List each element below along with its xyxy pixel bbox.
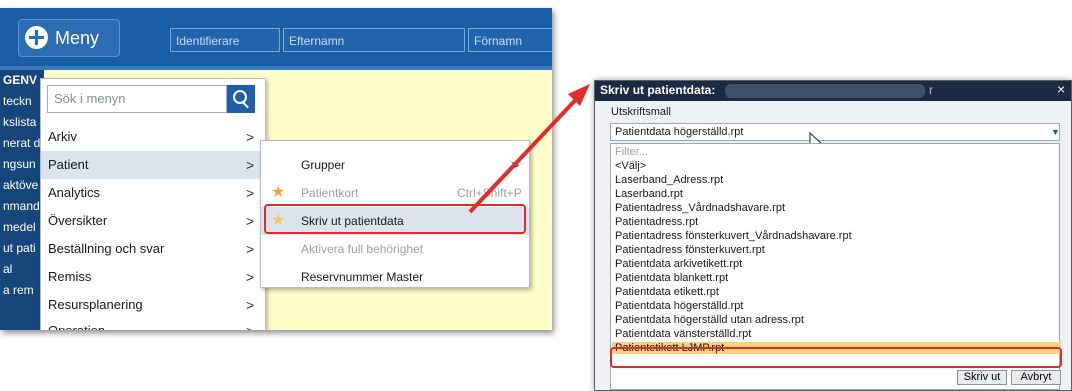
dialog-title-bar: Skriv ut patientdata: r × xyxy=(595,81,1071,101)
print-button[interactable]: Skriv ut xyxy=(957,370,1007,385)
close-icon[interactable]: × xyxy=(1057,81,1065,97)
list-item[interactable]: Patientdata högerställd utan adress.rpt xyxy=(615,314,1055,326)
list-item[interactable]: Patientadress fönsterkuvert.rpt xyxy=(615,244,1055,256)
list-item[interactable]: <Välj> xyxy=(615,160,1055,172)
list-item[interactable]: Patientdata högerställd.rpt xyxy=(615,300,1055,312)
list-item[interactable]: Patientdata etikett.rpt xyxy=(615,286,1055,298)
highlight-box xyxy=(610,347,1062,368)
filter-input[interactable]: Filter... xyxy=(615,146,648,158)
redacted-patient-name xyxy=(725,84,925,98)
template-label: Utskriftsmall xyxy=(611,106,671,118)
list-item[interactable]: Patientdata arkivetikett.rpt xyxy=(615,258,1055,270)
list-item[interactable]: Patientadress_Vårdnadshavare.rpt xyxy=(615,202,1055,214)
list-item[interactable]: Patientdata vänsterställd.rpt xyxy=(615,328,1055,340)
dialog-title-suffix: r xyxy=(929,83,933,97)
print-patient-data-dialog: Skriv ut patientdata: r × Utskriftsmall … xyxy=(594,80,1072,391)
list-item[interactable]: Laserband.rpt xyxy=(615,188,1055,200)
dialog-title: Skriv ut patientdata: xyxy=(600,83,716,97)
list-item[interactable]: Laserband_Adress.rpt xyxy=(615,174,1055,186)
list-item[interactable]: Patientadress fönsterkuvert_Vårdnadshava… xyxy=(615,230,1055,242)
list-item[interactable]: Patientadress.rpt xyxy=(615,216,1055,228)
cancel-button[interactable]: Avbryt xyxy=(1011,370,1061,385)
list-item[interactable]: Patientdata blankett.rpt xyxy=(615,272,1055,284)
chevron-down-icon[interactable]: ▼ xyxy=(1051,124,1060,140)
template-dropdown[interactable]: Patientdata högerställd.rpt ▼ xyxy=(610,123,1060,141)
template-dropdown-value: Patientdata högerställd.rpt xyxy=(615,126,744,138)
